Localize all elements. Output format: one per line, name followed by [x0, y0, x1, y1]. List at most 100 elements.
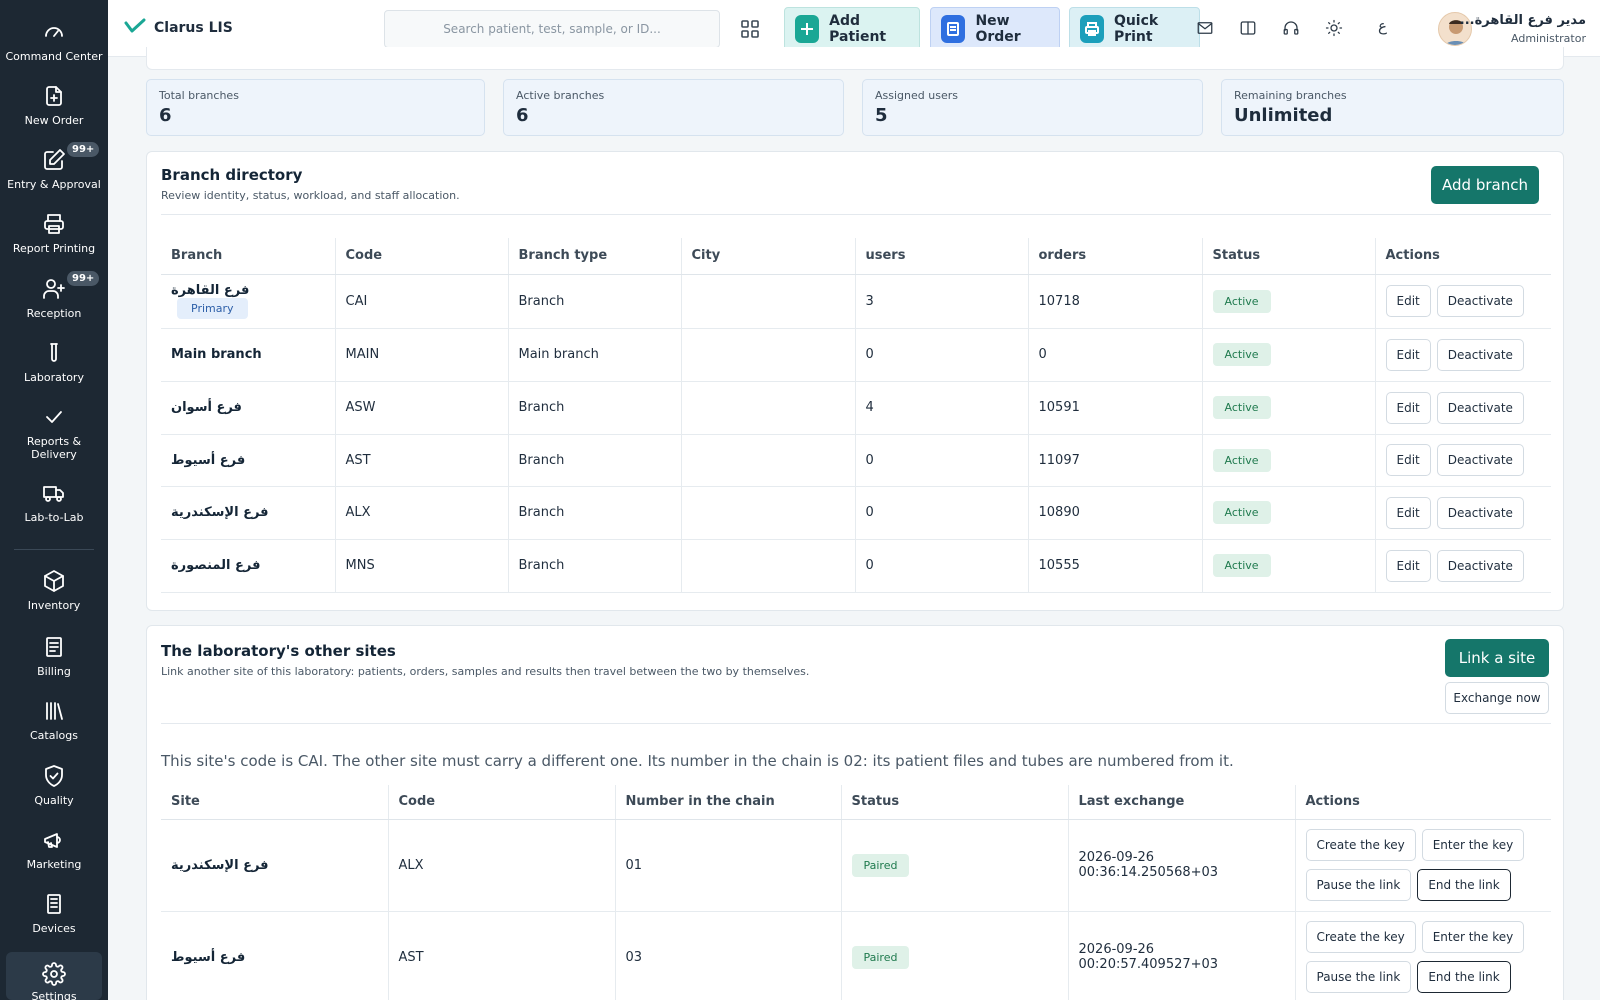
sidebar-item-lab-to-lab[interactable]: Lab-to-Lab — [0, 479, 108, 524]
city-cell — [681, 328, 856, 382]
column-header[interactable]: Branch type — [508, 238, 682, 275]
create-key-button[interactable]: Create the key — [1305, 829, 1416, 861]
table-row[interactable]: فرع الإسكندرية ALX Branch 0 10890 Active… — [161, 486, 1551, 540]
column-header[interactable]: Last exchange — [1068, 785, 1296, 820]
users-cell: 0 — [855, 539, 1029, 593]
deactivate-button[interactable]: Deactivate — [1436, 285, 1524, 317]
link-site-button[interactable]: Link a site — [1445, 639, 1549, 677]
pause-link-button[interactable]: Pause the link — [1305, 961, 1412, 993]
orders-cell: 10555 — [1028, 539, 1203, 593]
table-row[interactable]: فرع الإسكندرية ALX 01 Paired 2026-09-26 … — [161, 819, 1551, 912]
user-name: مدير فرع القاهرة... — [1459, 13, 1586, 28]
sidebar-item-command-center[interactable]: Command Center — [0, 18, 108, 63]
column-header[interactable]: Code — [388, 785, 616, 820]
new-order-button[interactable]: New Order — [930, 7, 1060, 51]
end-link-button[interactable]: End the link — [1417, 869, 1511, 901]
add-patient-label: Add Patient — [829, 13, 887, 45]
actions-cell: Edit Deactivate — [1375, 539, 1551, 593]
brand[interactable]: Clarus LIS — [124, 17, 233, 39]
column-header[interactable]: Site — [161, 785, 389, 820]
table-row[interactable]: Main branch MAIN Main branch 0 0 Active … — [161, 328, 1551, 382]
table-row[interactable]: فرع المنصورة MNS Branch 0 10555 Active E… — [161, 539, 1551, 593]
sidebar-item-settings[interactable]: Settings — [6, 952, 102, 1000]
mail-icon[interactable] — [1196, 19, 1216, 39]
sidebar-item-inventory[interactable]: Inventory — [0, 567, 108, 612]
new-order-label: New Order — [975, 13, 1021, 45]
table-row[interactable]: فرع أسيوط AST 03 Paired 2026-09-26 00:20… — [161, 911, 1551, 1000]
language-toggle[interactable]: ع — [1378, 17, 1387, 35]
headset-icon[interactable] — [1282, 19, 1302, 39]
column-header[interactable]: Status — [1202, 238, 1376, 275]
sidebar-item-billing[interactable]: Billing — [0, 633, 108, 678]
column-header[interactable]: users — [855, 238, 1029, 275]
sidebar-item-reports-delivery[interactable]: Reports & Delivery — [0, 403, 108, 461]
code-cell: AST — [388, 911, 616, 1000]
apps-grid-icon[interactable] — [740, 19, 760, 39]
sidebar-item-laboratory[interactable]: Laboratory — [0, 339, 108, 384]
column-header[interactable]: Code — [335, 238, 509, 275]
end-link-button[interactable]: End the link — [1417, 961, 1511, 993]
city-cell — [681, 486, 856, 540]
stat-remaining-branches: Remaining branches Unlimited — [1221, 79, 1564, 136]
column-header[interactable]: Number in the chain — [615, 785, 842, 820]
sun-icon[interactable] — [1325, 19, 1345, 39]
type-cell: Main branch — [508, 328, 682, 382]
search-input[interactable]: Search patient, test, sample, or ID... — [384, 10, 720, 48]
quick-print-button[interactable]: Quick Print — [1069, 7, 1200, 51]
edit-button[interactable]: Edit — [1385, 496, 1431, 529]
deactivate-button[interactable]: Deactivate — [1436, 496, 1524, 529]
status-badge: Paired — [851, 945, 910, 969]
user-menu[interactable]: مدير فرع القاهرة... Administrator — [1438, 10, 1598, 48]
column-header[interactable]: orders — [1028, 238, 1203, 275]
truck-icon — [40, 479, 68, 507]
branch-name-cell: فرع أسيوط — [161, 434, 336, 487]
pause-link-button[interactable]: Pause the link — [1305, 869, 1412, 901]
sidebar-item-new-order[interactable]: New Order — [0, 82, 108, 127]
sidebar-item-entry-approval[interactable]: Entry & Approval 99+ — [0, 142, 108, 191]
sidebar: Command Center New Order Entry & Approva… — [0, 0, 108, 1000]
sites-table: Site Code Number in the chain Status Las… — [161, 785, 1551, 1000]
sidebar-item-quality[interactable]: Quality — [0, 762, 108, 807]
create-key-button[interactable]: Create the key — [1305, 921, 1416, 953]
add-branch-button[interactable]: Add branch — [1431, 166, 1539, 204]
edit-button[interactable]: Edit — [1385, 285, 1431, 317]
sidebar-item-devices[interactable]: Devices — [0, 890, 108, 935]
code-cell: ASW — [335, 381, 509, 435]
card-title: Branch directory — [161, 166, 303, 184]
edit-button[interactable]: Edit — [1385, 444, 1431, 476]
status-cell: Active — [1202, 328, 1376, 382]
gear-icon — [40, 962, 68, 986]
deactivate-button[interactable]: Deactivate — [1436, 549, 1524, 582]
checkmark-logo-icon — [124, 17, 146, 39]
table-row[interactable]: فرع القاهرةPrimary CAI Branch 3 10718 Ac… — [161, 274, 1551, 329]
receipt-icon — [40, 633, 68, 661]
edit-button[interactable]: Edit — [1385, 549, 1431, 582]
orders-cell: 0 — [1028, 328, 1203, 382]
column-header[interactable]: Branch — [161, 238, 336, 275]
table-row[interactable]: فرع أسيوط AST Branch 0 11097 Active Edit… — [161, 434, 1551, 487]
users-cell: 3 — [855, 274, 1029, 329]
column-header[interactable]: Status — [841, 785, 1069, 820]
code-cell: ALX — [335, 486, 509, 540]
sidebar-item-label: Marketing — [26, 858, 82, 871]
sidebar-item-marketing[interactable]: Marketing — [0, 826, 108, 871]
add-patient-button[interactable]: Add Patient — [784, 7, 920, 51]
sidebar-item-reception[interactable]: Reception 99+ — [0, 271, 108, 320]
code-cell: CAI — [335, 274, 509, 329]
enter-key-button[interactable]: Enter the key — [1421, 921, 1525, 953]
sidebar-item-report-printing[interactable]: Report Printing — [0, 210, 108, 255]
columns-icon[interactable] — [1239, 19, 1259, 39]
column-header[interactable]: City — [681, 238, 856, 275]
deactivate-button[interactable]: Deactivate — [1436, 444, 1524, 476]
chain-number-cell: 03 — [615, 911, 842, 1000]
edit-button[interactable]: Edit — [1385, 338, 1431, 371]
exchange-now-button[interactable]: Exchange now — [1445, 682, 1549, 714]
sidebar-item-catalogs[interactable]: Catalogs — [0, 697, 108, 742]
deactivate-button[interactable]: Deactivate — [1436, 338, 1524, 371]
site-code-note: This site's code is CAI. The other site … — [161, 752, 1234, 770]
deactivate-button[interactable]: Deactivate — [1436, 391, 1524, 424]
table-header-row: Branch Code Branch type City users order… — [161, 238, 1551, 275]
table-row[interactable]: فرع أسوان ASW Branch 4 10591 Active Edit… — [161, 381, 1551, 435]
enter-key-button[interactable]: Enter the key — [1421, 829, 1525, 861]
edit-button[interactable]: Edit — [1385, 391, 1431, 424]
